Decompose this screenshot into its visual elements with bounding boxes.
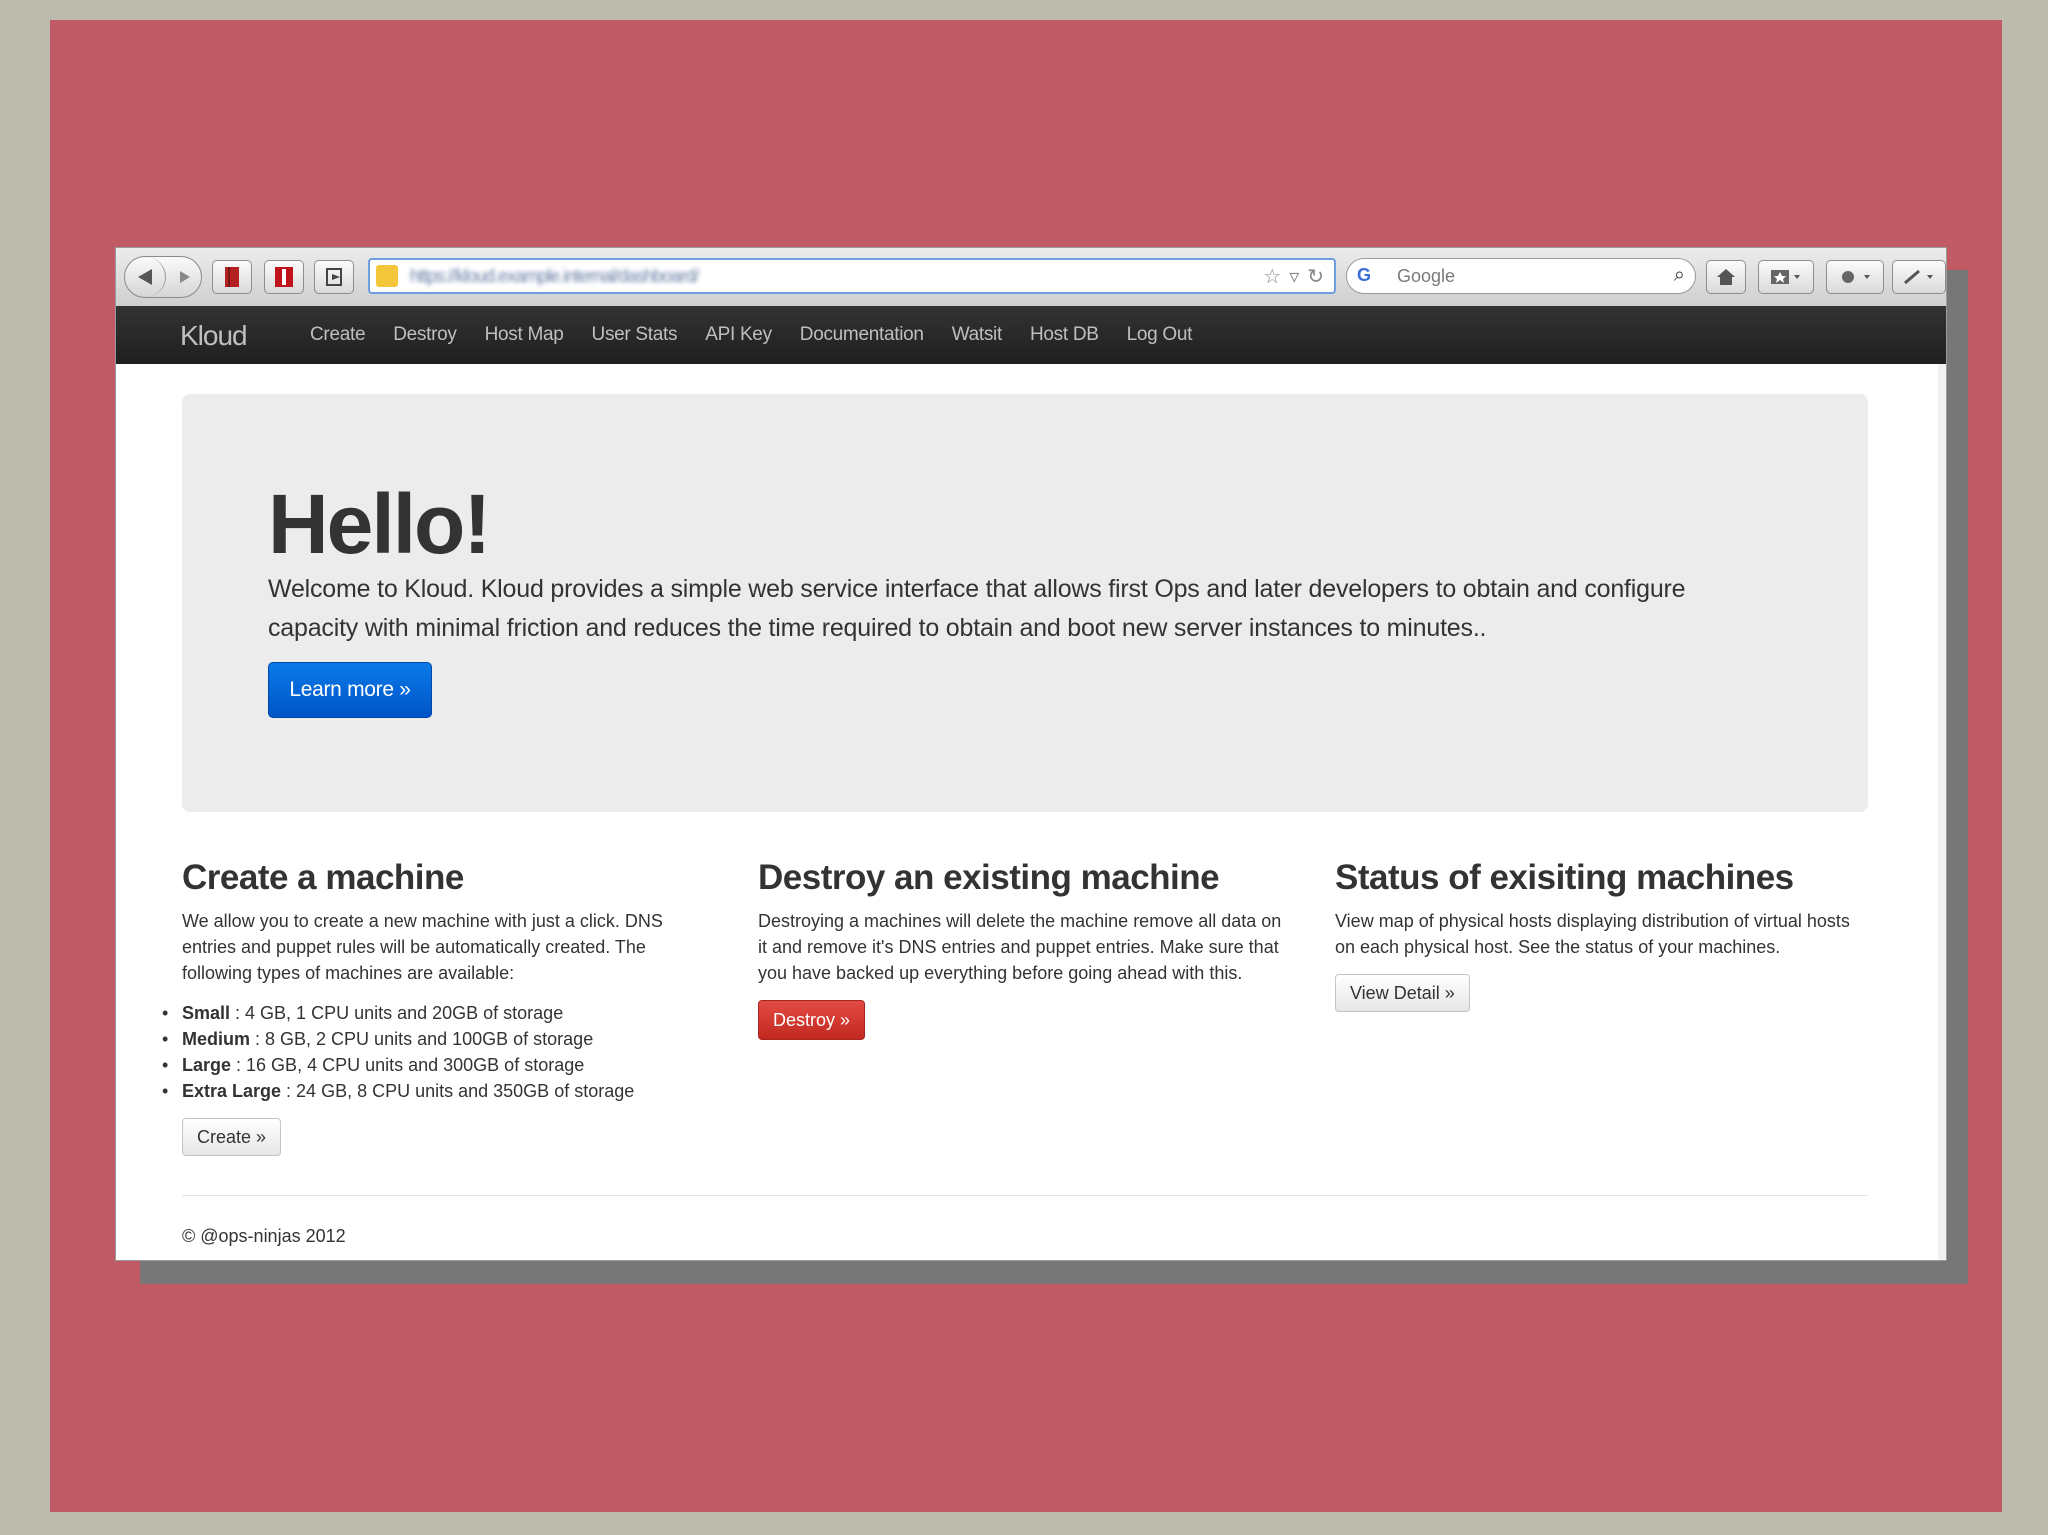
- bookmarks-menu-button[interactable]: [1758, 260, 1814, 294]
- tools-button[interactable]: [1892, 260, 1946, 294]
- back-arrow-icon: [138, 269, 152, 285]
- list-item: Small : 4 GB, 1 CPU units and 20GB of st…: [162, 1000, 712, 1026]
- create-column: Create a machine We allow you to create …: [162, 858, 712, 1156]
- search-box[interactable]: G Google ⌕: [1346, 258, 1696, 294]
- share-button[interactable]: [314, 260, 354, 294]
- create-text: We allow you to create a new machine wit…: [182, 911, 663, 983]
- destroy-button[interactable]: Destroy »: [758, 1000, 866, 1040]
- type-name: Large: [182, 1055, 232, 1075]
- browser-toolbar: https://kloud.example.internal/dashboard…: [116, 248, 1946, 307]
- book-icon: [225, 267, 239, 287]
- home-icon: [1717, 269, 1735, 285]
- magnifier-icon[interactable]: ⌕: [1674, 264, 1685, 287]
- destroy-heading: Destroy an existing machine: [758, 858, 1220, 897]
- footer-copyright: © @ops-ninjas 2012: [182, 1226, 346, 1246]
- type-spec: : 24 GB, 8 CPU units and 350GB of storag…: [281, 1081, 635, 1101]
- type-spec: : 16 GB, 4 CPU units and 300GB of storag…: [231, 1055, 585, 1075]
- wrench-icon: [1904, 269, 1933, 285]
- reader-button[interactable]: [264, 260, 304, 294]
- nav-api-key[interactable]: API Key: [691, 306, 786, 364]
- bookmark-red-icon: [275, 267, 293, 287]
- nav-host-map[interactable]: Host Map: [471, 306, 578, 364]
- home-button[interactable]: [1706, 260, 1746, 294]
- bookmark-book-button[interactable]: [212, 260, 252, 294]
- puzzle-icon: [1842, 271, 1870, 283]
- scrollbar[interactable]: [1938, 364, 1946, 1260]
- hero-title: Hello!: [268, 477, 491, 571]
- nav-menu: Create Destroy Host Map User Stats API K…: [296, 306, 1206, 364]
- view-detail-button[interactable]: View Detail »: [1335, 974, 1470, 1012]
- status-text: View map of physical hosts displaying di…: [1335, 911, 1850, 957]
- addons-button[interactable]: [1826, 260, 1884, 294]
- list-item: Medium : 8 GB, 2 CPU units and 100GB of …: [162, 1026, 712, 1052]
- type-spec: : 4 GB, 1 CPU units and 20GB of storage: [230, 1003, 564, 1023]
- back-forward-group: [124, 256, 202, 298]
- type-name: Medium: [182, 1029, 251, 1049]
- status-heading: Status of exisiting machines: [1335, 858, 1794, 897]
- google-icon[interactable]: G: [1357, 265, 1371, 286]
- back-button[interactable]: [125, 257, 166, 297]
- nav-create[interactable]: Create: [296, 306, 379, 364]
- export-icon: [326, 268, 342, 286]
- learn-more-button[interactable]: Learn more »: [268, 662, 432, 718]
- nav-watsit[interactable]: Watsit: [938, 306, 1016, 364]
- nav-user-stats[interactable]: User Stats: [578, 306, 692, 364]
- search-placeholder: Google: [1397, 266, 1456, 286]
- hero-unit: Hello! Welcome to Kloud. Kloud provides …: [182, 394, 1868, 812]
- address-bar[interactable]: https://kloud.example.internal/dashboard…: [368, 258, 1336, 294]
- browser-window: https://kloud.example.internal/dashboard…: [116, 248, 1946, 1260]
- nav-documentation[interactable]: Documentation: [786, 306, 938, 364]
- type-name: Extra Large: [182, 1081, 282, 1101]
- hero-text: Welcome to Kloud. Kloud provides a simpl…: [268, 575, 1686, 642]
- nav-host-db[interactable]: Host DB: [1016, 306, 1113, 364]
- star-icon[interactable]: ☆: [1263, 264, 1281, 289]
- reload-icon[interactable]: ↻: [1307, 264, 1324, 289]
- site-favicon: [376, 265, 398, 287]
- bookmarks-star-icon: [1771, 270, 1800, 284]
- status-column: Status of exisiting machines View map of…: [1335, 858, 1865, 1012]
- type-name: Small: [182, 1003, 231, 1023]
- type-spec: : 8 GB, 2 CPU units and 100GB of storage: [250, 1029, 594, 1049]
- url-text: https://kloud.example.internal/dashboard…: [410, 266, 699, 286]
- nav-destroy[interactable]: Destroy: [379, 306, 470, 364]
- create-button[interactable]: Create »: [182, 1118, 282, 1156]
- list-item: Large : 16 GB, 4 CPU units and 300GB of …: [162, 1052, 712, 1078]
- create-heading: Create a machine: [182, 858, 464, 897]
- machine-types-list: Small : 4 GB, 1 CPU units and 20GB of st…: [162, 1000, 712, 1104]
- nav-log-out[interactable]: Log Out: [1113, 306, 1207, 364]
- forward-arrow-icon: [180, 271, 190, 283]
- forward-button[interactable]: [169, 257, 201, 297]
- dropdown-icon[interactable]: ▿: [1289, 264, 1299, 289]
- top-navbar: Kloud Create Destroy Host Map User Stats…: [116, 306, 1946, 364]
- destroy-column: Destroy an existing machine Destroying a…: [758, 858, 1288, 1040]
- list-item: Extra Large : 24 GB, 8 CPU units and 350…: [162, 1078, 712, 1104]
- brand-logo[interactable]: Kloud: [180, 320, 248, 352]
- footer-divider: [182, 1195, 1868, 1196]
- destroy-text: Destroying a machines will delete the ma…: [758, 911, 1282, 983]
